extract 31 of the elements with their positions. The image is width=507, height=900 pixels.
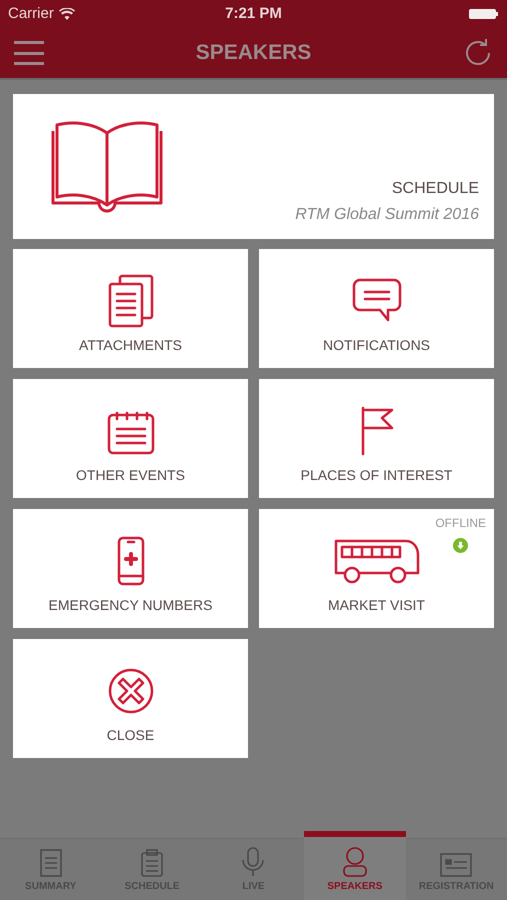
flag-icon — [360, 406, 394, 456]
microphone-icon — [241, 847, 266, 877]
download-icon[interactable] — [453, 538, 468, 553]
phone-icon — [116, 536, 144, 586]
chat-bubble-icon — [352, 278, 402, 324]
schedule-label: SCHEDULE — [392, 179, 479, 199]
refresh-icon[interactable] — [463, 38, 493, 68]
documents-icon — [108, 274, 154, 328]
event-subtitle: RTM Global Summit 2016 — [295, 205, 479, 225]
menu-tile[interactable]: PLACES OF INTEREST — [259, 379, 494, 498]
document-icon — [40, 849, 62, 877]
status-time: 7:21 PM — [225, 4, 282, 24]
menu-tile[interactable]: ATTACHMENTS — [13, 249, 248, 368]
wifi-icon — [58, 8, 75, 20]
bus-icon — [334, 537, 420, 585]
clipboard-icon — [141, 849, 164, 877]
id-card-icon — [440, 853, 472, 877]
menu-tile[interactable]: EMERGENCY NUMBERS — [13, 509, 248, 628]
menu-button[interactable] — [14, 41, 44, 65]
menu-tile[interactable]: MARKET VISIT OFFLINE — [259, 509, 494, 628]
page-title: SPEAKERS — [196, 40, 312, 66]
open-book-icon — [51, 118, 163, 214]
person-icon — [342, 847, 368, 877]
menu-tile[interactable]: CLOSE — [13, 639, 248, 758]
carrier-label: Carrier — [8, 4, 54, 24]
menu-tile[interactable]: NOTIFICATIONS — [259, 249, 494, 368]
schedule-card[interactable]: SCHEDULE RTM Global Summit 2016 — [13, 94, 494, 239]
close-icon — [106, 667, 154, 715]
offline-label: OFFLINE — [435, 515, 486, 532]
menu-tile[interactable]: OTHER EVENTS — [13, 379, 248, 498]
battery-icon — [469, 8, 499, 20]
